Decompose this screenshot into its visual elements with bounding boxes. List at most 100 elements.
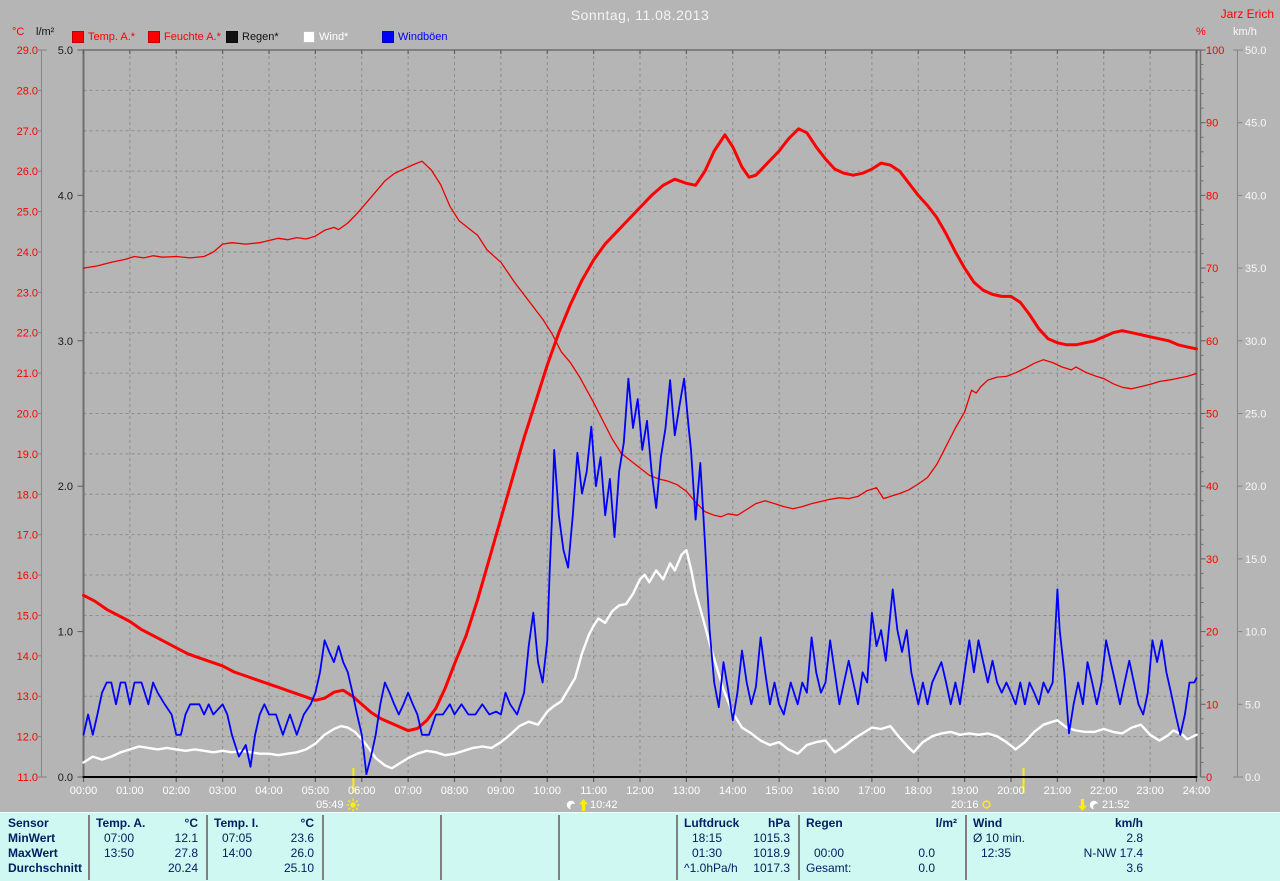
x-label-10:00: 10:00	[533, 785, 561, 797]
x-label-12:00: 12:00	[626, 785, 654, 797]
y-label-humidity-10: 10	[1206, 699, 1218, 711]
y-label-humidity-60: 60	[1206, 336, 1218, 348]
sunset-time: 20:16	[951, 798, 979, 811]
x-label-20:00: 20:00	[997, 785, 1025, 797]
moonset-marker: 21:52	[1078, 798, 1130, 811]
y-label-temp-13.0: 13.0	[17, 691, 38, 703]
y-label-rain-5.0: 5.0	[58, 45, 73, 57]
y-label-rain-0.0: 0.0	[58, 772, 73, 784]
y-label-temp-12.0: 12.0	[17, 732, 38, 744]
row-label-durchschnitt: Durchschnitt	[8, 861, 83, 875]
x-label-09:00: 09:00	[487, 785, 515, 797]
row-label-minwert: MinWert	[8, 831, 56, 845]
cell-temp-i-value: 25.10	[283, 861, 314, 875]
cell-temp-i-value: 26.0	[290, 846, 314, 860]
cell-regen-value: 0.0	[918, 846, 935, 860]
table-divider	[440, 815, 442, 880]
weather-chart: 00:00 01:00 02:00 03:00 04:00 05:00 06:00 07:00…	[17, 45, 1267, 797]
cell-regen-value: 0.0	[918, 861, 935, 875]
y-label-temp-24.0: 24.0	[17, 247, 38, 259]
y-label-humidity-80: 80	[1206, 190, 1218, 202]
x-label-01:00: 01:00	[116, 785, 144, 797]
row-label-sensor: Sensor	[8, 816, 49, 830]
x-label-19:00: 19:00	[951, 785, 979, 797]
table-divider	[322, 815, 324, 880]
x-label-03:00: 03:00	[209, 785, 237, 797]
col-unit-wind: km/h	[1114, 816, 1143, 830]
table-divider	[558, 815, 560, 880]
cell-temp-a-value: 27.8	[174, 846, 198, 860]
x-label-21:00: 21:00	[1044, 785, 1072, 797]
cell-wind-value: 3.6	[1126, 861, 1143, 875]
y-label-temp-14.0: 14.0	[17, 651, 38, 663]
sensor-summary-table: Sensor MinWert MaxWert Durchschnitt Temp. A.…	[0, 812, 1280, 881]
y-label-temp-16.0: 16.0	[17, 570, 38, 582]
y-label-temp-19.0: 19.0	[17, 449, 38, 461]
y-label-wind-20.0: 20.0	[1245, 481, 1266, 493]
y-label-wind-10.0: 10.0	[1245, 627, 1266, 639]
x-label-15:00: 15:00	[765, 785, 793, 797]
moon-icon	[1089, 800, 1100, 811]
y-label-humidity-90: 90	[1206, 118, 1218, 130]
series-windb-en	[82, 377, 1198, 775]
x-label-08:00: 08:00	[441, 785, 469, 797]
arrow-up-icon	[579, 798, 588, 811]
y-label-humidity: 1009080706050403020100	[1200, 45, 1224, 784]
y-label-wind-50.0: 50.0	[1245, 45, 1266, 57]
y-label-humidity-40: 40	[1206, 481, 1218, 493]
y-label-humidity-30: 30	[1206, 554, 1218, 566]
y-label-humidity-50: 50	[1206, 409, 1218, 421]
y-label-wind-45.0: 45.0	[1245, 118, 1266, 130]
y-label-temp-26.0: 26.0	[17, 166, 38, 178]
col-unit-luftdruck: hPa	[767, 816, 790, 830]
y-label-wind-40.0: 40.0	[1245, 190, 1266, 202]
y-label-wind-25.0: 25.0	[1245, 409, 1266, 421]
sunset-marker: 20:16	[951, 798, 992, 811]
cell-wind-value: 2.8	[1126, 831, 1143, 845]
y-label-wind-35.0: 35.0	[1245, 263, 1266, 275]
y-label-temp-25.0: 25.0	[17, 207, 38, 219]
cell-temp-a-value: 12.1	[174, 831, 198, 845]
cell-wind-value: N-NW 17.4	[1083, 846, 1143, 860]
y-label-wind-15.0: 15.0	[1245, 554, 1266, 566]
cell-temp-a-value: 20.24	[167, 861, 198, 875]
x-label-06:00: 06:00	[348, 785, 376, 797]
y-label-rain-1.0: 1.0	[58, 627, 73, 639]
x-label-23:00: 23:00	[1136, 785, 1164, 797]
cell-luftdruck-value: 1017.3	[753, 861, 790, 875]
y-label-humidity-0: 0	[1206, 772, 1212, 784]
y-label-temp-28.0: 28.0	[17, 85, 38, 97]
y-label-temp-29.0: 29.0	[17, 45, 38, 57]
arrow-down-icon	[1078, 798, 1087, 811]
y-label-temp-20.0: 20.0	[17, 409, 38, 421]
row-label-maxwert: MaxWert	[8, 846, 58, 860]
y-label-temp: 29.0 28.0 27.0 26.0 25.0 24.0 23.0 22.0 21.0 20.0…	[17, 45, 42, 784]
x-label-07:00: 07:00	[394, 785, 422, 797]
weather-app-window: Sonntag, 11.08.2013 Jarz Erich °C l/m² %…	[0, 0, 1280, 881]
y-label-rain-2.0: 2.0	[58, 481, 73, 493]
y-label-rain-4.0: 4.0	[58, 190, 73, 202]
x-label-00:00: 00:00	[70, 785, 98, 797]
x-axis-labels: 00:00 01:00 02:00 03:00 04:00 05:00 06:00 07:00…	[70, 785, 1211, 797]
col-unit-temp-i: °C	[300, 816, 314, 830]
y-label-temp-21.0: 21.0	[17, 368, 38, 380]
col-unit-regen: l/m²	[935, 816, 957, 830]
x-label-22:00: 22:00	[1090, 785, 1118, 797]
y-label-humidity-100: 100	[1206, 45, 1224, 57]
y-label-humidity-20: 20	[1206, 627, 1218, 639]
y-label-rain-3.0: 3.0	[58, 336, 73, 348]
y-label-temp-11.0: 11.0	[17, 772, 38, 784]
sunrise-time: 05:49	[316, 798, 344, 811]
y-label-rain: 5.0 4.0 3.0 2.0 1.0 0.0	[58, 45, 84, 784]
sun-outline-icon	[981, 800, 991, 809]
x-label-16:00: 16:00	[812, 785, 840, 797]
y-label-temp-15.0: 15.0	[17, 610, 38, 622]
y-label-humidity-70: 70	[1206, 263, 1218, 275]
gridlines	[83, 50, 1197, 777]
y-label-temp-22.0: 22.0	[17, 328, 38, 340]
sun-icon	[346, 798, 360, 811]
y-label-wind-0.0: 0.0	[1245, 772, 1260, 784]
x-label-17:00: 17:00	[858, 785, 886, 797]
x-label-14:00: 14:00	[719, 785, 747, 797]
x-label-13:00: 13:00	[673, 785, 701, 797]
